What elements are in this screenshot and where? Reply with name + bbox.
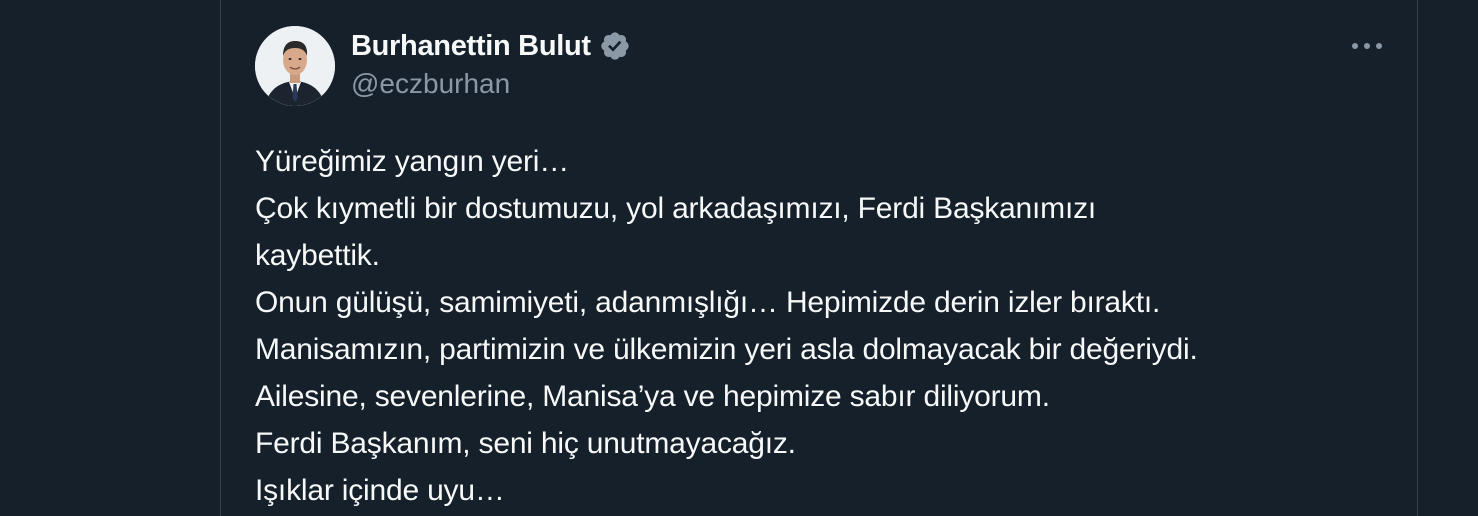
author-display-name[interactable]: Burhanettin Bulut bbox=[351, 30, 591, 63]
more-options-button[interactable] bbox=[1347, 30, 1387, 62]
tweet-line: Yüreğimiz yangın yeri… bbox=[255, 145, 570, 178]
profile-photo-icon bbox=[255, 26, 335, 106]
tweet-line: kaybettik. bbox=[255, 239, 380, 272]
tweet-line: Ailesine, sevenlerine, Manisa’ya ve hepi… bbox=[255, 380, 1050, 413]
tweet-line: Çok kıymetli bir dostumuzu, yol arkadaşı… bbox=[255, 192, 1097, 225]
verified-badge-icon[interactable] bbox=[599, 30, 631, 62]
tweet-line: Manisamızın, partimizin ve ülkemizin yer… bbox=[255, 333, 1198, 366]
author-name-row: Burhanettin Bulut bbox=[351, 28, 631, 64]
tweet-text: Yüreğimiz yangın yeri… Çok kıymetli bir … bbox=[255, 138, 1395, 514]
tweet-column: Burhanettin Bulut @eczburhan Yüreğimiz y… bbox=[220, 0, 1418, 516]
author-handle[interactable]: @eczburhan bbox=[351, 68, 510, 100]
tweet-line: Onun gülüşü, samimiyeti, adanmışlığı… He… bbox=[255, 286, 1161, 319]
avatar[interactable] bbox=[255, 26, 335, 106]
tweet-line: Ferdi Başkanım, seni hiç unutmayacağız. bbox=[255, 427, 796, 460]
tweet-line: Işıklar içinde uyu… bbox=[255, 474, 505, 507]
more-horizontal-icon bbox=[1352, 43, 1382, 49]
